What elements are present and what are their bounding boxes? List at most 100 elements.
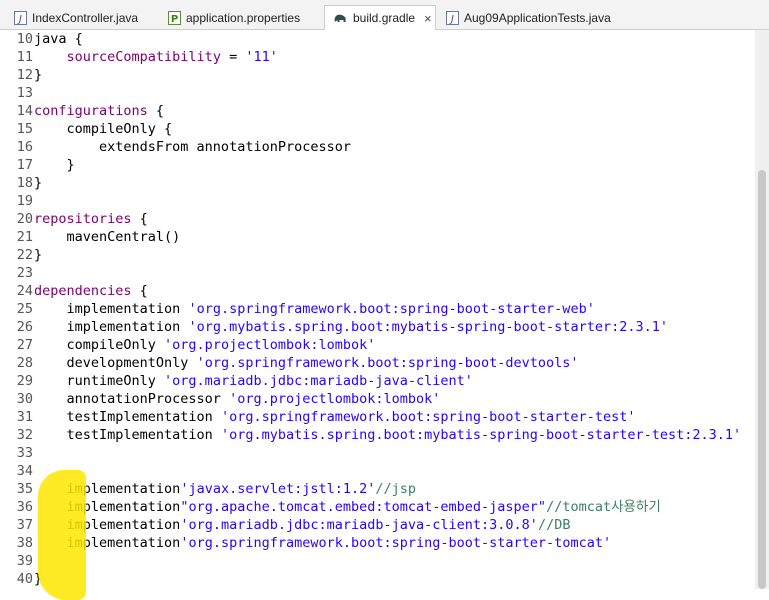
code-token: }	[34, 175, 43, 191]
tab-label: application.properties	[186, 10, 301, 25]
tab-build-gradle[interactable]: build.gradle ×	[324, 5, 436, 30]
code-token: testImplementation	[34, 427, 221, 443]
property-name: dependencies	[34, 283, 132, 299]
string-literal: 'org.mybatis.spring.boot:mybatis-spring-…	[220, 427, 742, 443]
properties-file-icon: P	[168, 10, 181, 25]
line-number: 21	[16, 229, 33, 245]
line-number: 36	[16, 499, 33, 515]
code-line: repositories {	[34, 210, 148, 228]
string-literal: 'org.springframework.boot:spring-boot-st…	[180, 535, 612, 551]
code-line: compileOnly {	[34, 120, 173, 138]
code-token: java {	[34, 31, 83, 47]
code-line: sourceCompatibility = '11'	[34, 48, 278, 66]
close-icon[interactable]: ×	[424, 11, 432, 26]
vertical-scrollbar[interactable]	[755, 30, 769, 589]
string-literal: '11'	[245, 49, 278, 65]
scrollbar-thumb[interactable]	[758, 170, 766, 589]
code-line: testImplementation 'org.springframework.…	[34, 408, 636, 426]
line-number: 32	[16, 427, 33, 443]
code-token: compileOnly {	[34, 121, 173, 137]
code-token: mavenCentral()	[34, 229, 181, 245]
code-token: implementation	[34, 517, 181, 533]
line-number: 20	[16, 211, 33, 227]
line-number: 19	[16, 193, 33, 209]
java-file-icon: J	[446, 10, 459, 25]
string-literal: 'org.springframework.boot:spring-boot-st…	[220, 409, 636, 425]
tab-index-controller[interactable]: J IndexController.java	[6, 5, 158, 30]
code-token: implementation	[34, 535, 181, 551]
line-number: 13	[16, 85, 33, 101]
java-file-icon: J	[14, 10, 27, 25]
code-line: implementation"org.apache.tomcat.embed:t…	[34, 498, 661, 516]
code-token: runtimeOnly	[34, 373, 165, 389]
code-token: implementation	[34, 319, 189, 335]
line-number: 38	[16, 535, 33, 551]
code-token: }	[34, 571, 43, 587]
tab-label: Aug09ApplicationTests.java	[464, 10, 611, 25]
code-line: java {	[34, 30, 83, 48]
code-line: }	[34, 66, 42, 84]
code-line: implementation'org.mariadb.jdbc:mariadb-…	[34, 516, 571, 534]
comment: //tomcat사용하기	[546, 499, 661, 515]
code-token: {	[131, 283, 148, 299]
line-number: 16	[16, 139, 33, 155]
code-line: testImplementation 'org.mybatis.spring.b…	[34, 426, 742, 444]
line-number: 28	[16, 355, 33, 371]
code-token: }	[34, 67, 43, 83]
code-line: runtimeOnly 'org.mariadb.jdbc:mariadb-ja…	[34, 372, 473, 390]
code-token: developmentOnly	[34, 355, 197, 371]
code-area[interactable]: java { sourceCompatibility = '11'} config…	[34, 30, 755, 589]
code-token: implementation	[34, 499, 181, 515]
tab-application-properties[interactable]: P application.properties	[160, 5, 322, 30]
code-editor[interactable]: 10 11 12 13 14 15 16 17 18 19 20 21 22 23 24 25 26 27 28 29…	[0, 30, 769, 600]
code-line: extendsFrom annotationProcessor	[34, 138, 351, 156]
line-number: 31	[16, 409, 33, 425]
code-line: implementation 'org.mybatis.spring.boot:…	[34, 318, 668, 336]
line-number: 23	[16, 265, 33, 281]
comment: //jsp	[375, 481, 417, 497]
line-number: 34	[16, 463, 33, 479]
code-line: configurations {	[34, 102, 164, 120]
code-token: annotationProcessor	[34, 391, 230, 407]
line-number: 40	[16, 571, 33, 587]
property-name: repositories	[34, 211, 132, 227]
gradle-elephant-icon	[334, 14, 346, 22]
code-line: mavenCentral()	[34, 228, 181, 246]
editor-tab-bar: J IndexController.java P application.pro…	[0, 0, 769, 30]
line-number: 17	[16, 157, 33, 173]
tab-aug09-application-tests[interactable]: J Aug09ApplicationTests.java	[438, 5, 628, 30]
svg-text:P: P	[171, 14, 178, 25]
line-number: 18	[16, 175, 33, 191]
code-token: extendsFrom annotationProcessor	[34, 139, 351, 155]
line-number: 14	[16, 103, 33, 119]
line-number: 10	[16, 31, 33, 47]
code-token: testImplementation	[34, 409, 221, 425]
line-number: 39	[16, 553, 33, 569]
string-literal: 'org.projectlombok:lombok'	[164, 337, 376, 353]
line-number: 24	[16, 283, 33, 299]
line-number: 37	[16, 517, 33, 533]
line-number: 35	[16, 481, 33, 497]
string-literal: 'org.mariadb.jdbc:mariadb-java-client:3.…	[180, 517, 538, 533]
string-literal: 'org.mariadb.jdbc:mariadb-java-client'	[164, 373, 473, 389]
line-number: 29	[16, 373, 33, 389]
line-number: 25	[16, 301, 33, 317]
code-token: {	[131, 211, 148, 227]
code-token: =	[220, 49, 246, 65]
code-token: implementation	[34, 481, 181, 497]
line-number: 12	[16, 67, 33, 83]
code-line: implementation 'org.springframework.boot…	[34, 300, 595, 318]
line-number: 33	[16, 445, 33, 461]
code-token: }	[34, 157, 75, 173]
line-number: 30	[16, 391, 33, 407]
tab-label: IndexController.java	[32, 10, 139, 25]
code-line: }	[34, 174, 42, 192]
comment: //DB	[537, 517, 571, 533]
string-literal: "org.apache.tomcat.embed:tomcat-embed-ja…	[180, 499, 547, 515]
line-number: 27	[16, 337, 33, 353]
line-number: 15	[16, 121, 33, 137]
code-line: }	[34, 570, 42, 588]
code-line: developmentOnly 'org.springframework.boo…	[34, 354, 579, 372]
string-literal: 'org.springframework.boot:spring-boot-de…	[196, 355, 579, 371]
